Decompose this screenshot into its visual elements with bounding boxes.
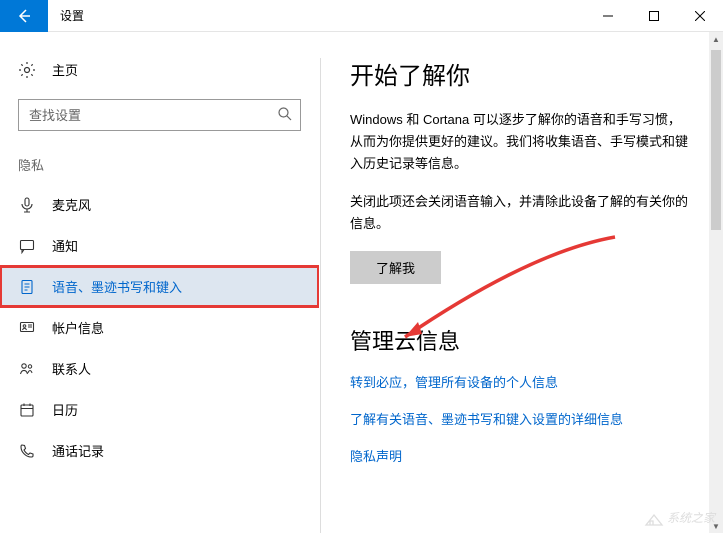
sidebar-item-contacts[interactable]: 联系人: [0, 348, 319, 389]
sidebar-item-label: 帐户信息: [52, 318, 104, 337]
sidebar-item-label: 日历: [52, 400, 78, 419]
home-nav[interactable]: 主页: [0, 52, 319, 87]
maximize-button[interactable]: [631, 0, 677, 32]
sidebar-item-calendar[interactable]: 日历: [0, 389, 319, 430]
window-title: 设置: [48, 7, 84, 24]
back-arrow-icon: [16, 8, 32, 24]
search-icon: [277, 106, 293, 125]
sidebar-item-label: 通知: [52, 236, 78, 255]
scroll-up-icon[interactable]: ▲: [709, 32, 723, 46]
close-button[interactable]: [677, 0, 723, 32]
minimize-icon: [603, 11, 613, 21]
calendar-icon: [18, 401, 36, 419]
search-wrap: [18, 99, 301, 131]
titlebar: 设置: [0, 0, 723, 32]
close-icon: [695, 11, 705, 21]
home-label: 主页: [52, 60, 78, 79]
mic-icon: [18, 196, 36, 214]
window-controls: [585, 0, 723, 32]
back-button[interactable]: [0, 0, 48, 32]
link-privacy[interactable]: 隐私声明: [350, 446, 693, 465]
link-bing[interactable]: 转到必应，管理所有设备的个人信息: [350, 372, 693, 391]
section-heading-cloud: 管理云信息: [350, 324, 693, 356]
sidebar-item-notifications[interactable]: 通知: [0, 225, 319, 266]
content-pane: 开始了解你 Windows 和 Cortana 可以逐步了解你的语音和手写习惯，…: [320, 32, 723, 533]
scrollbar[interactable]: ▲ ▼: [709, 32, 723, 533]
sidebar-item-account[interactable]: 帐户信息: [0, 307, 319, 348]
description-1: Windows 和 Cortana 可以逐步了解你的语音和手写习惯，从而为你提供…: [350, 109, 693, 175]
link-learn-more[interactable]: 了解有关语音、墨迹书写和键入设置的详细信息: [350, 409, 693, 428]
group-header-privacy: 隐私: [0, 149, 319, 184]
sidebar: 主页 隐私 麦克风 通知 语: [0, 32, 320, 533]
sidebar-item-label: 通话记录: [52, 441, 104, 460]
sidebar-item-label: 联系人: [52, 359, 91, 378]
callhistory-icon: [18, 442, 36, 460]
know-me-button[interactable]: 了解我: [350, 251, 441, 284]
account-icon: [18, 319, 36, 337]
search-input[interactable]: [18, 99, 301, 131]
vertical-separator: [320, 58, 321, 533]
scrollbar-thumb[interactable]: [711, 50, 721, 230]
scroll-down-icon[interactable]: ▼: [709, 519, 723, 533]
maximize-icon: [649, 11, 659, 21]
gear-icon: [18, 61, 36, 79]
sidebar-item-label: 语音、墨迹书写和键入: [52, 277, 182, 296]
sidebar-item-label: 麦克风: [52, 195, 91, 214]
page-heading: 开始了解你: [350, 56, 693, 91]
sidebar-item-speech[interactable]: 语音、墨迹书写和键入: [0, 266, 319, 307]
sidebar-item-callhistory[interactable]: 通话记录: [0, 430, 319, 471]
speech-icon: [18, 278, 36, 296]
description-2: 关闭此项还会关闭语音输入，并清除此设备了解的有关你的信息。: [350, 191, 693, 235]
chat-icon: [18, 237, 36, 255]
minimize-button[interactable]: [585, 0, 631, 32]
contacts-icon: [18, 360, 36, 378]
sidebar-item-microphone[interactable]: 麦克风: [0, 184, 319, 225]
